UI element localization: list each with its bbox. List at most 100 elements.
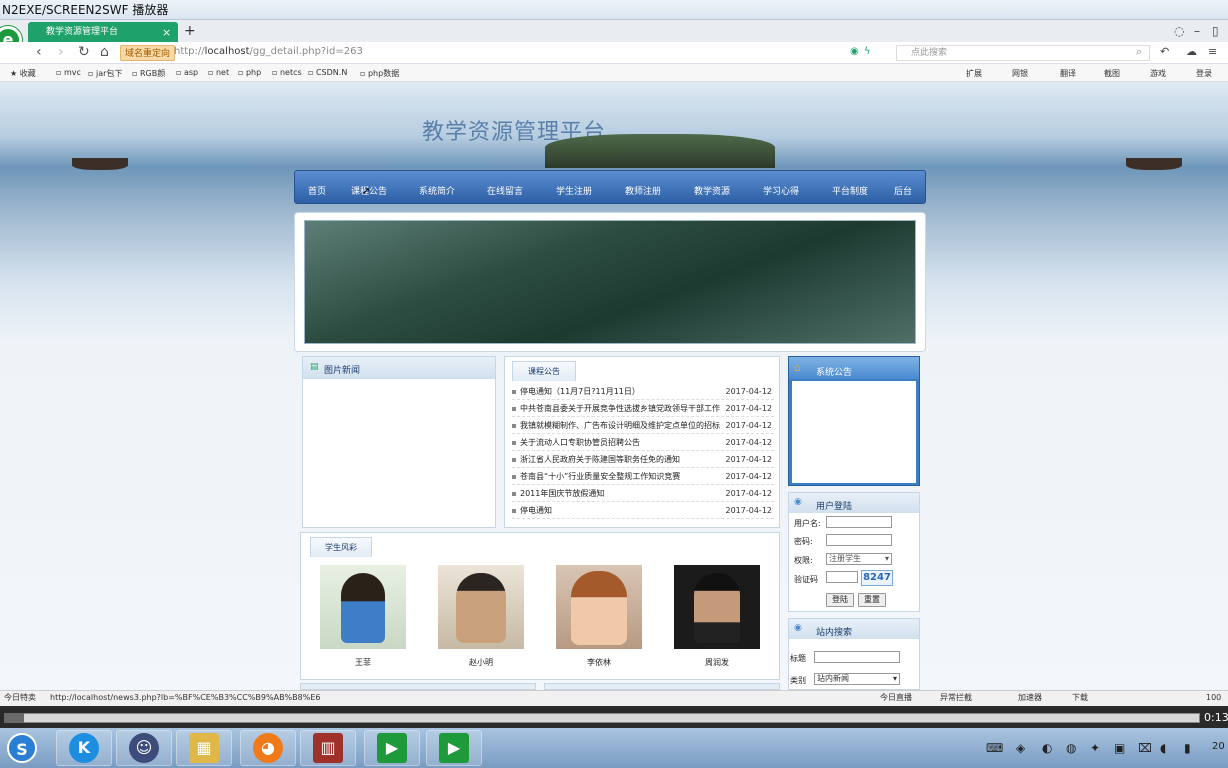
status-promo[interactable]: 今日特卖	[4, 690, 36, 706]
role-select[interactable]: 注册学生 ▾	[826, 553, 892, 565]
toolbar-item[interactable]: 翻译	[1060, 68, 1076, 79]
bookmark-item[interactable]: ▫ asp	[176, 68, 198, 77]
tray-app-icon[interactable]: ◈	[1016, 741, 1025, 755]
list-item[interactable]: 2011年国庆节放假通知 2017-04-12	[512, 486, 774, 502]
toolbar-item[interactable]: 网银	[1012, 68, 1028, 79]
search-title-input[interactable]	[814, 651, 900, 663]
back-icon[interactable]: ‹	[36, 44, 42, 60]
security-icon[interactable]: ◉	[850, 46, 859, 57]
search-input[interactable]: 点此搜索	[896, 45, 1150, 61]
bookmark-item[interactable]: ▫ CSDN.N	[308, 68, 347, 77]
tab-course-notice[interactable]: 课程公告	[512, 361, 576, 381]
bookmark-item[interactable]: ▫ php数据	[360, 68, 399, 79]
security-tray-icon[interactable]: ◍	[1066, 741, 1076, 755]
nav-item[interactable]: 首页	[308, 184, 326, 197]
nav-item[interactable]: 学生注册	[556, 184, 592, 197]
url-host: localhost	[204, 46, 250, 57]
qq-icon[interactable]: ◐	[1042, 741, 1052, 755]
tray-app-icon[interactable]: ▣	[1114, 741, 1125, 755]
toolbar-item[interactable]: 扩展	[966, 68, 982, 79]
taskbar-app[interactable]: ▶	[364, 730, 420, 766]
usb-icon[interactable]: ⌧	[1138, 741, 1152, 755]
taskbar-app[interactable]: K	[56, 730, 112, 766]
status-accelerator[interactable]: 加速器	[1018, 690, 1042, 706]
list-item[interactable]: 浙江省人民政府关于陈建国等职务任免的通知 2017-04-12	[512, 452, 774, 468]
refresh-icon[interactable]: ↻	[78, 44, 90, 60]
close-icon[interactable]: ×	[162, 26, 171, 39]
maximize-icon[interactable]: ▯	[1212, 24, 1219, 38]
student-photo[interactable]	[320, 565, 406, 649]
student-photo[interactable]	[674, 565, 760, 649]
nav-item[interactable]: 教师注册	[625, 184, 661, 197]
student-name[interactable]: 赵小明	[438, 657, 524, 668]
tray-app-icon[interactable]: ✦	[1090, 741, 1100, 755]
taskbar-app[interactable]: ☺	[116, 730, 172, 766]
bookmark-item[interactable]: ▫ RGB颜	[132, 68, 165, 79]
bookmark-item[interactable]: ▫ netcs	[272, 68, 302, 77]
bookmark-item[interactable]: ▫ php	[238, 68, 261, 77]
forward-icon[interactable]: ›	[58, 44, 64, 60]
undo-icon[interactable]: ↶	[1160, 45, 1169, 58]
reset-button[interactable]: 重置	[858, 593, 886, 607]
list-item[interactable]: 停电通知（11月7日?11月11日） 2017-04-12	[512, 384, 774, 400]
bookmark-item[interactable]: ▫ jar包下	[88, 68, 122, 79]
start-button[interactable]: S	[2, 731, 42, 765]
taskbar-app[interactable]: ▥	[300, 730, 356, 766]
nav-item[interactable]: 学习心得	[763, 184, 799, 197]
search-icon[interactable]: ⌕	[1136, 45, 1142, 59]
address-bar[interactable]: http://localhost/gg_detail.php?id=263	[174, 46, 363, 57]
pin-icon[interactable]: ◌	[1174, 24, 1184, 38]
login-title: 用户登陆	[816, 502, 853, 512]
tab-active[interactable]: 教学资源管理平台	[28, 22, 178, 42]
bookmark-favorites[interactable]: ★ 收藏	[10, 68, 36, 79]
search-panel-icon: ◉	[794, 623, 802, 633]
captcha-image[interactable]: 8247	[861, 570, 893, 586]
list-item[interactable]: 关于流动人口专职协管员招聘公告 2017-04-12	[512, 435, 774, 451]
tab-student-showcase[interactable]: 学生风彩	[310, 537, 372, 557]
nav-item[interactable]: 系统简介	[419, 184, 455, 197]
bookmark-item[interactable]: ▫ mvc	[56, 68, 81, 77]
keyboard-icon[interactable]: ⌨	[986, 741, 1003, 755]
list-item[interactable]: 我镇就模糊制作、广告布设计明细及维护定点单位的招标 2017-04-12	[512, 418, 774, 434]
nav-item[interactable]: 平台制度	[832, 184, 868, 197]
menu-icon[interactable]: ≡	[1208, 45, 1217, 58]
home-icon[interactable]: ⌂	[100, 44, 109, 60]
student-name[interactable]: 周润发	[674, 657, 760, 668]
bullet-icon	[512, 475, 516, 479]
taskbar-app[interactable]: ▦	[176, 730, 232, 766]
taskbar-app[interactable]: ▶	[426, 730, 482, 766]
search-type-select[interactable]: 站内新闻 ▾	[814, 673, 900, 685]
nav-item[interactable]: 在线留言	[487, 184, 523, 197]
network-icon[interactable]: ▮	[1184, 741, 1191, 755]
playback-progress[interactable]	[4, 713, 1200, 723]
status-live[interactable]: 今日直播	[880, 690, 912, 706]
student-photo[interactable]	[556, 565, 642, 649]
status-download[interactable]: 下载	[1072, 690, 1088, 706]
cloud-icon[interactable]: ☁	[1186, 45, 1197, 58]
username-input[interactable]	[826, 516, 892, 528]
photo-news-panel	[302, 356, 496, 528]
student-name[interactable]: 王菲	[320, 657, 406, 668]
toolbar-item[interactable]: 截图	[1104, 68, 1120, 79]
speed-icon[interactable]: ϟ	[864, 46, 871, 57]
toolbar-item[interactable]: 游戏	[1150, 68, 1166, 79]
student-name[interactable]: 李依林	[556, 657, 642, 668]
status-block[interactable]: 异常拦截	[940, 690, 972, 706]
list-item[interactable]: 停电通知 2017-04-12	[512, 503, 774, 519]
minimize-icon[interactable]: –	[1194, 24, 1200, 38]
bookmark-item[interactable]: ▫ net	[208, 68, 229, 77]
volume-icon[interactable]: ◖	[1160, 741, 1166, 755]
nav-item[interactable]: 后台	[894, 184, 912, 197]
list-item[interactable]: 中共苍南县委关于开展竞争性选拔乡镇党政领导干部工作 2017-04-12	[512, 401, 774, 417]
status-zoom[interactable]: 100	[1206, 690, 1221, 706]
new-tab-button[interactable]: +	[184, 23, 196, 39]
list-item[interactable]: 苍南县“十小”行业质量安全整规工作知识竞赛 2017-04-12	[512, 469, 774, 485]
bullet-icon	[512, 458, 516, 462]
captcha-input[interactable]	[826, 571, 858, 583]
login-button[interactable]: 登陆	[826, 593, 854, 607]
password-input[interactable]	[826, 534, 892, 546]
taskbar-app[interactable]: ◕	[240, 730, 296, 766]
student-photo[interactable]	[438, 565, 524, 649]
nav-item[interactable]: 教学资源	[694, 184, 730, 197]
toolbar-item[interactable]: 登录	[1196, 68, 1212, 79]
